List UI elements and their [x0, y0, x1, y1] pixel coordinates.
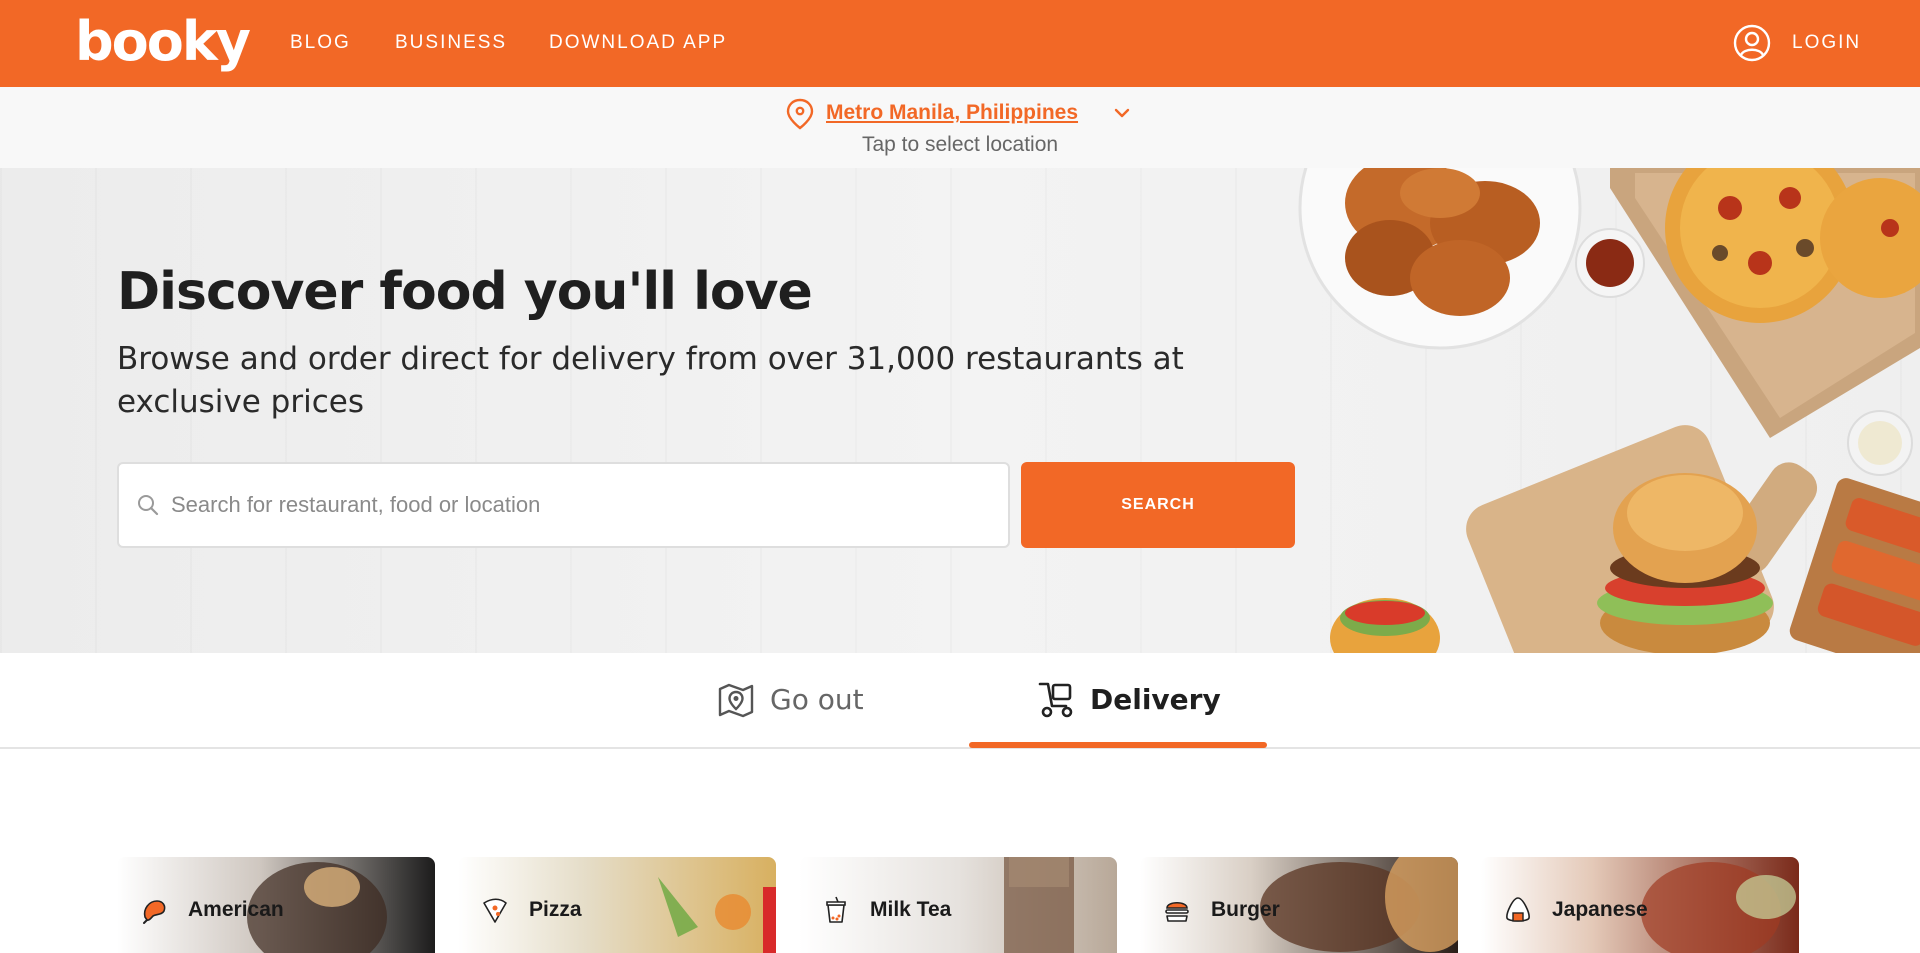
- cuisine-card-milk-tea[interactable]: Milk Tea: [799, 857, 1117, 953]
- search-icon: [138, 495, 159, 516]
- location-hint: Tap to select location: [861, 133, 1059, 156]
- selected-location[interactable]: Metro Manila, Philippines: [826, 100, 1078, 126]
- hero-title: Discover food you'll love: [117, 262, 813, 322]
- onigiri-icon: [1506, 897, 1530, 922]
- milk-tea-cup-icon: [826, 896, 846, 923]
- cuisine-card-american[interactable]: American: [117, 857, 435, 953]
- hero-food-image: [1298, 168, 1920, 653]
- search-input[interactable]: [171, 486, 991, 524]
- top-navbar: booky BLOG BUSINESS DOWNLOAD APP LOGIN: [0, 0, 1920, 87]
- search-button[interactable]: SEARCH: [1021, 462, 1295, 548]
- tab-delivery-label: Delivery: [1090, 683, 1221, 716]
- hero-subtitle: Browse and order direct for delivery fro…: [117, 341, 1184, 420]
- cuisine-card-japanese[interactable]: Japanese: [1481, 857, 1799, 953]
- hero-section: Discover food you'll love Browse and ord…: [0, 168, 1920, 653]
- burger-icon: [1165, 901, 1189, 922]
- tab-go-out-label: Go out: [770, 683, 864, 716]
- tab-go-out[interactable]: Go out: [716, 653, 876, 749]
- chevron-down-icon[interactable]: [1113, 105, 1131, 121]
- cuisine-card-pizza[interactable]: Pizza: [458, 857, 776, 953]
- cuisine-label: Milk Tea: [870, 898, 952, 921]
- nav-business-link[interactable]: BUSINESS: [395, 31, 507, 55]
- tab-delivery[interactable]: Delivery: [969, 653, 1267, 749]
- booky-logo[interactable]: booky: [75, 10, 251, 74]
- location-pin-icon: [786, 98, 814, 130]
- active-tab-indicator: [969, 742, 1267, 748]
- cuisine-label: Pizza: [529, 898, 582, 921]
- cuisine-list: American Pizza Milk Tea Burger Japanese: [0, 857, 1920, 953]
- user-account-icon[interactable]: [1733, 24, 1771, 62]
- map-pin-icon: [718, 683, 754, 718]
- cuisine-card-burger[interactable]: Burger: [1140, 857, 1458, 953]
- delivery-scooter-icon: [1038, 682, 1073, 718]
- nav-download-app-link[interactable]: DOWNLOAD APP: [549, 31, 727, 55]
- nav-blog-link[interactable]: BLOG: [290, 31, 351, 55]
- cuisine-label: Japanese: [1552, 898, 1648, 921]
- login-link[interactable]: LOGIN: [1792, 31, 1861, 55]
- mode-tabs: Go out Delivery: [0, 653, 1920, 749]
- pizza-slice-icon: [483, 898, 507, 923]
- cuisine-label: Burger: [1211, 898, 1280, 921]
- american-drumstick-icon: [143, 900, 166, 924]
- cuisine-label: American: [188, 898, 284, 921]
- search-bar: [117, 462, 1010, 548]
- location-selector[interactable]: Metro Manila, Philippines Tap to select …: [0, 87, 1920, 168]
